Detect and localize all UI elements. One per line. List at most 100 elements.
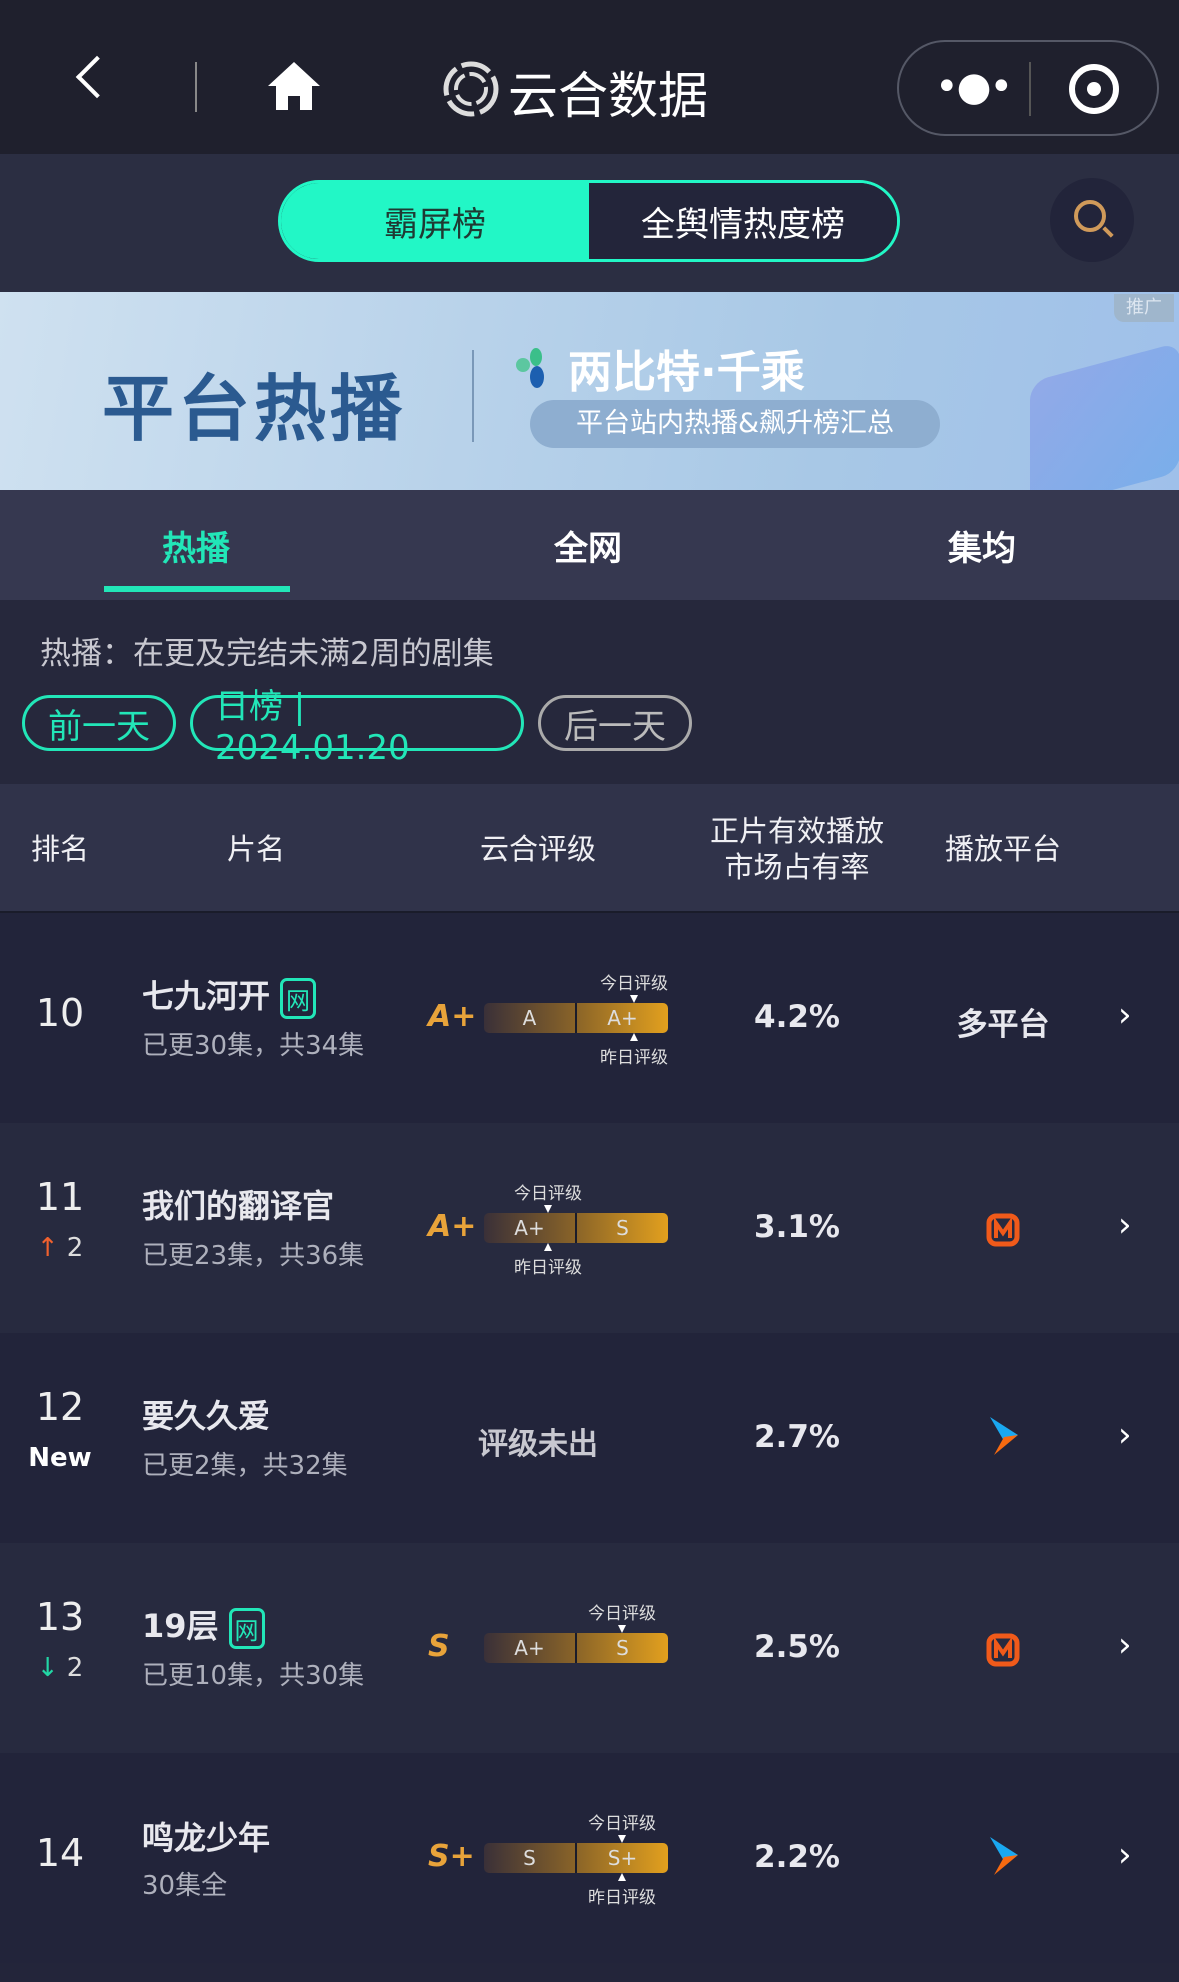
rating-grade: A+ [428, 999, 477, 1034]
rating-bar: A+ S [484, 1213, 668, 1243]
sub-tabs: 热播 全网 集均 [0, 490, 1179, 600]
table-row[interactable]: 14 鸣龙少年 30集全 S+ S S+ 今日评级昨日评级 2.2% › [0, 1753, 1179, 1963]
table-row[interactable]: 10 七九河开网已更30集，共34集 A+ A A+ 今日评级 昨日评级 4.2% 多平台 › [0, 913, 1179, 1123]
rating-grade: A+ [428, 1209, 477, 1244]
episode-info: 已更2集，共32集 [142, 1451, 348, 1481]
table-row[interactable]: 13↓ 2.row:nth-child(4) .chg{color:#ddd}1… [0, 1543, 1179, 1753]
next-day-button[interactable]: 后一天 [538, 695, 692, 751]
rating-level: A+ [484, 1633, 577, 1663]
rank-change: New [28, 1443, 92, 1473]
info-section: 热播：在更及完结未满2周的剧集 [0, 600, 1179, 784]
chevron-right-icon[interactable]: › [1118, 1625, 1132, 1665]
yesterday-rating-label: 昨日评级 [514, 1258, 582, 1278]
table-row[interactable]: 12 New 要久久爱已更2集，共32集 评级未出 2.7% › [0, 1333, 1179, 1543]
market-share: 2.2% [754, 1839, 840, 1875]
rating-grade: S [428, 1629, 450, 1664]
divider [1029, 62, 1031, 116]
banner-decoration [1030, 341, 1179, 490]
today-marker-icon [630, 995, 638, 1003]
rating-grade: S+ [428, 1839, 475, 1874]
market-share: 2.5% [754, 1629, 840, 1665]
chevron-right-icon[interactable]: › [1118, 995, 1132, 1035]
market-share: 2.7% [754, 1419, 840, 1455]
prev-day-button[interactable]: 前一天 [22, 695, 176, 751]
today-rating-label: 今日评级 [588, 1604, 656, 1624]
rating-level: S [616, 1216, 629, 1240]
episode-info: 已更23集，共36集 [142, 1241, 365, 1271]
market-share: 4.2% [754, 999, 840, 1035]
rating-level: A+ [607, 1006, 638, 1030]
today-marker-icon [618, 1835, 626, 1843]
rank: 11 [35, 1175, 85, 1219]
search-button[interactable] [1050, 178, 1134, 262]
date-selector[interactable]: 日榜 | 2024.01.20 [190, 687, 524, 768]
yesterday-marker-icon [544, 1243, 552, 1251]
tab-all-network[interactable]: 全网 [488, 490, 688, 600]
rating-level: S [484, 1843, 577, 1873]
today-rating-label: 今日评级 [588, 1814, 656, 1834]
toggle-quanyuqing[interactable]: 全舆情热度榜 [589, 183, 897, 259]
rank: 10 [35, 991, 85, 1035]
promo-banner[interactable]: 平台热播 两比特·千乘 平台站内热播&飙升榜汇总 推广 [0, 292, 1179, 490]
tab-hot[interactable]: 热播 [96, 490, 296, 600]
divider [195, 62, 197, 112]
chevron-right-icon[interactable]: › [1118, 1835, 1132, 1875]
nav-bar: 云合数据 •●• [0, 0, 1179, 154]
show-title[interactable]: 鸣龙少年 [142, 1813, 270, 1859]
app-title: 云合数据 [508, 67, 708, 125]
today-rating-label: 今日评级 [514, 1184, 582, 1204]
brand-logo-icon [516, 348, 546, 388]
show-title[interactable]: 要久久爱 [142, 1391, 270, 1437]
rating-bar: A+ S [484, 1633, 668, 1663]
home-icon[interactable] [266, 60, 322, 112]
mango-tv-icon [986, 1213, 1020, 1247]
back-icon[interactable] [75, 55, 119, 99]
episode-info: 30集全 [142, 1871, 228, 1901]
today-marker-icon [618, 1625, 626, 1633]
search-icon [1074, 200, 1106, 232]
col-share: 正片有效播放 市场占有率 [709, 813, 884, 884]
rating-level: A [484, 1003, 577, 1033]
today-marker-icon [544, 1205, 552, 1213]
rank: 14 [35, 1831, 85, 1875]
toggle-bapingbang[interactable]: 霸屏榜 [281, 183, 589, 259]
market-share: 3.1% [754, 1209, 840, 1245]
close-miniapp-icon[interactable] [1069, 64, 1119, 114]
active-tab-indicator [104, 586, 290, 592]
col-title: 片名 [226, 831, 285, 866]
description: 热播：在更及完结未满2周的剧集 [40, 636, 494, 672]
rating-level: S+ [607, 1846, 638, 1870]
table-header: 排名 片名 云合评级 正片有效播放 市场占有率 播放平台 [0, 784, 1179, 913]
logo-icon [443, 61, 499, 117]
table-row[interactable]: 11↑ 2.row:nth-child(2) .chg{color:#ddd}我… [0, 1123, 1179, 1333]
yesterday-marker-icon [618, 1873, 626, 1881]
today-rating-label: 今日评级 [600, 974, 668, 994]
rating-bar: S S+ [484, 1843, 668, 1873]
chevron-right-icon[interactable]: › [1118, 1205, 1132, 1245]
rank-change: ↓ 2 [36, 1653, 84, 1683]
col-rank: 排名 [30, 831, 89, 866]
show-title[interactable]: 我们的翻译官 [142, 1181, 334, 1227]
capsule-menu: •●• [897, 40, 1159, 136]
web-series-badge: 网 [228, 1607, 265, 1649]
divider [472, 350, 474, 442]
show-title[interactable]: 七九河开网 [142, 971, 317, 1019]
show-title[interactable]: 19层网 [142, 1601, 265, 1649]
col-rating: 云合评级 [479, 831, 596, 866]
episode-info: 已更30集，共34集 [142, 1031, 365, 1061]
web-series-badge: 网 [280, 977, 317, 1019]
col-platform: 播放平台 [944, 831, 1061, 866]
rank: 13 [35, 1595, 85, 1639]
yesterday-rating-label: 昨日评级 [600, 1048, 668, 1068]
chevron-right-icon[interactable]: › [1118, 1415, 1132, 1455]
more-icon[interactable]: •●• [935, 67, 1013, 107]
episode-info: 已更10集，共30集 [142, 1661, 365, 1691]
ranking-toggle: 霸屏榜 全舆情热度榜 [278, 180, 900, 262]
rank: 12 [35, 1385, 85, 1429]
rating-bar: A A+ [484, 1003, 668, 1033]
rating-pending: 评级未出 [478, 1427, 598, 1462]
rank-change: ↑ 2 [36, 1233, 84, 1263]
yesterday-rating-label: 昨日评级 [588, 1888, 656, 1908]
youku-icon [990, 1837, 1018, 1875]
tab-per-episode[interactable]: 集均 [882, 490, 1082, 600]
